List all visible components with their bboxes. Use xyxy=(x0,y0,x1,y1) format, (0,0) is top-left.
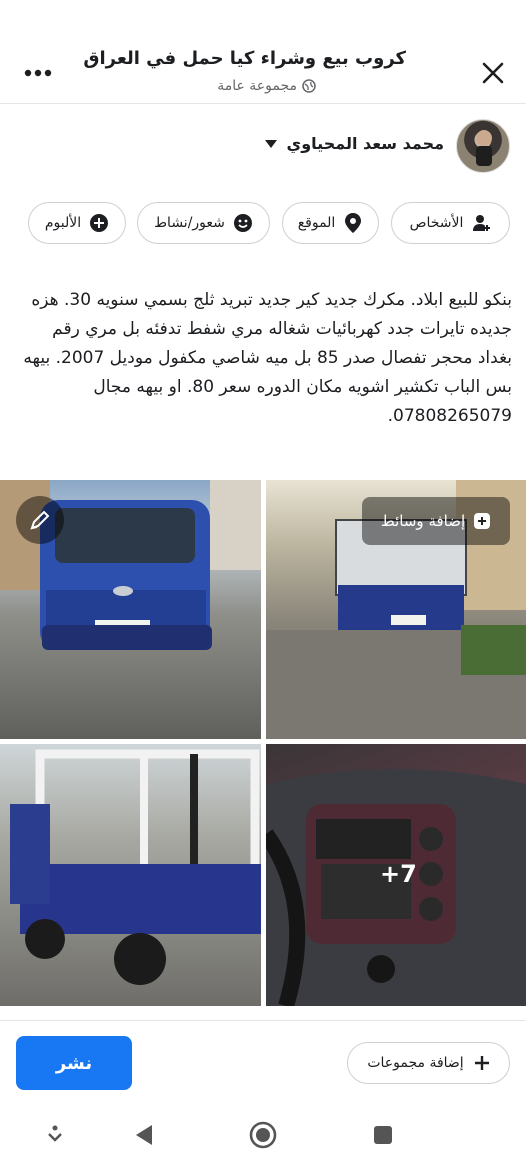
pencil-icon xyxy=(30,510,50,530)
caret-down-icon xyxy=(264,139,277,148)
recents-square-icon xyxy=(374,1126,392,1144)
more-icon xyxy=(24,69,52,77)
feeling-activity-chip[interactable]: شعور/نشاط xyxy=(137,202,270,244)
globe-icon xyxy=(302,79,316,93)
tag-people-chip[interactable]: الأشخاص xyxy=(391,202,510,244)
photo-truck-side[interactable] xyxy=(0,744,261,1006)
publish-button[interactable]: نشر xyxy=(16,1036,132,1090)
tag-people-icon xyxy=(471,213,491,233)
person-photo-icon xyxy=(476,130,492,166)
back-triangle-icon xyxy=(136,1125,152,1145)
nav-back-button[interactable] xyxy=(129,1120,159,1150)
close-icon xyxy=(482,62,504,84)
add-media-label: إضافة وسائط xyxy=(380,512,466,530)
add-groups-button[interactable]: إضافة مجموعات xyxy=(347,1042,510,1084)
audience-selector[interactable]: محمد سعد المحياوي xyxy=(264,134,444,153)
home-circle-icon xyxy=(249,1121,277,1149)
add-groups-label: إضافة مجموعات xyxy=(367,1055,464,1071)
down-arrow-dot-icon xyxy=(48,1125,62,1142)
location-pin-icon xyxy=(343,213,363,233)
nav-extra-button[interactable] xyxy=(40,1120,70,1150)
group-privacy-label: مجموعة عامة xyxy=(217,78,297,94)
album-chip[interactable]: الألبوم xyxy=(28,202,126,244)
add-photo-icon xyxy=(474,513,491,529)
author-avatar[interactable] xyxy=(456,119,510,173)
nav-home-button[interactable] xyxy=(248,1120,278,1150)
feeling-activity-label: شعور/نشاط xyxy=(154,215,225,231)
top-app-bar: كروب بيع وشراء كيا حمل في العراق مجموعة … xyxy=(0,0,526,104)
group-title: كروب بيع وشراء كيا حمل في العراق xyxy=(83,48,406,69)
album-label: الألبوم xyxy=(44,215,82,231)
close-button[interactable] xyxy=(478,58,508,88)
nav-recents-button[interactable] xyxy=(368,1120,398,1150)
smiley-icon xyxy=(233,213,253,233)
edit-media-button[interactable] xyxy=(16,496,64,544)
group-privacy: مجموعة عامة xyxy=(217,78,316,94)
location-label: الموقع xyxy=(297,215,336,231)
plus-circle-icon xyxy=(89,213,109,233)
author-name: محمد سعد المحياوي xyxy=(286,134,444,153)
add-media-button[interactable]: إضافة وسائط xyxy=(362,497,510,545)
more-options-button[interactable] xyxy=(22,62,54,84)
more-photos-count: +7 xyxy=(380,860,417,888)
post-text-input[interactable]: بنكو للبيع ابلاد. مكرك جديد كير جديد تبر… xyxy=(20,286,512,431)
tag-people-label: الأشخاص xyxy=(409,215,464,231)
plus-icon xyxy=(474,1056,489,1070)
location-chip[interactable]: الموقع xyxy=(282,202,379,244)
